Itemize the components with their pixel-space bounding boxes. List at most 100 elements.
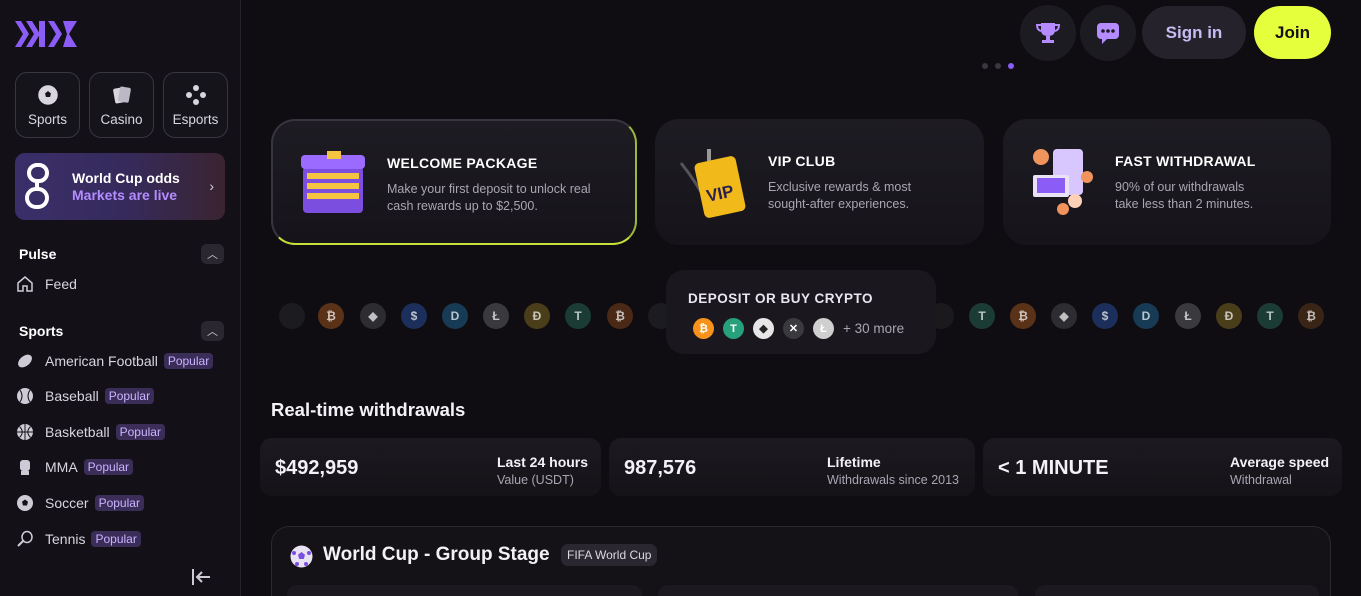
ethereum-icon: ◆	[360, 303, 386, 329]
stat-sub: Value (USDT)	[497, 473, 574, 487]
sidebar-item-label: Soccer	[45, 495, 89, 511]
trophy-chain-icon	[25, 163, 49, 209]
brand-logo-icon[interactable]	[15, 19, 77, 49]
stat-card-lifetime: 987,576 Lifetime Withdrawals since 2013	[609, 438, 975, 496]
basketball-icon	[17, 424, 33, 440]
american-football-icon	[18, 354, 32, 368]
promo-subtitle: Markets are live	[72, 187, 178, 203]
sidebar-item-soccer[interactable]: Soccer Popular	[16, 492, 144, 514]
feature-desc-line2: sought-after experiences.	[768, 197, 910, 211]
sidebar-item-baseball[interactable]: Baseball Popular	[16, 385, 155, 407]
sidebar-item-label: Tennis	[45, 531, 86, 547]
usdc-icon: $	[1092, 303, 1118, 329]
tether-icon: T	[969, 303, 995, 329]
soccer-ball-icon	[290, 545, 313, 568]
deposit-crypto-box[interactable]: DEPOSIT OR BUY CRYPTO ₿ T ◆ ✕ Ł + 30 mor…	[666, 270, 936, 354]
soccer-ball-icon	[37, 84, 58, 105]
pulse-collapse-toggle[interactable]: ︿	[201, 244, 224, 264]
sidebar-item-feed[interactable]: Feed	[16, 273, 77, 295]
stat-value: < 1 MINUTE	[998, 457, 1109, 479]
stat-value: 987,576	[624, 457, 697, 479]
tether-icon: T	[565, 303, 591, 329]
litecoin-icon: Ł	[483, 303, 509, 329]
sidebar-item-american-football[interactable]: American Football Popular	[16, 350, 214, 372]
baseball-icon	[17, 388, 33, 404]
dash-icon: D	[442, 303, 468, 329]
withdrawals-section-title: Real-time withdrawals	[271, 399, 466, 420]
bitcoin-icon: ₿	[693, 318, 714, 339]
stat-sub: Withdrawal	[1230, 473, 1292, 487]
litecoin-icon: Ł	[1175, 303, 1201, 329]
sidebar-item-label: MMA	[45, 459, 78, 475]
ethereum-icon: ◆	[753, 318, 774, 339]
collapse-sidebar-icon[interactable]	[191, 567, 213, 587]
bitcoin-icon: ₿	[1298, 303, 1324, 329]
sports-collapse-toggle[interactable]: ︿	[201, 321, 224, 341]
sports-tile-label: Sports	[27, 111, 68, 127]
feature-title: FAST WITHDRAWAL	[1115, 153, 1256, 169]
carousel-dot-active[interactable]	[1008, 63, 1014, 69]
sidebar: Sports Casino Esports World Cup odds Mar…	[0, 0, 241, 596]
competition-tag[interactable]: FIFA World Cup	[561, 544, 658, 566]
feature-desc-line1: Exclusive rewards & most	[768, 180, 912, 194]
world-cup-title: World Cup - Group Stage	[323, 544, 550, 565]
vip-club-card[interactable]: VIP VIP CLUB Exclusive rewards & most so…	[655, 119, 984, 245]
feature-desc-line1: 90% of our withdrawals	[1115, 180, 1245, 194]
popular-badge: Popular	[83, 459, 134, 475]
stat-label: Last 24 hours	[497, 454, 589, 470]
feature-desc-line2: cash rewards up to $2,500.	[387, 199, 538, 213]
world-cup-section: World Cup - Group Stage FIFA World Cup	[271, 526, 1331, 596]
bitcoin-icon: ₿	[1010, 303, 1036, 329]
soccer-ball-icon	[17, 495, 33, 511]
world-cup-promo[interactable]: World Cup odds Markets are live ›	[15, 153, 225, 220]
feature-title: VIP CLUB	[768, 153, 836, 169]
tether-icon: T	[1257, 303, 1283, 329]
stat-value: $492,959	[275, 457, 359, 479]
sidebar-item-basketball[interactable]: Basketball Popular	[16, 421, 165, 443]
popular-badge: Popular	[115, 424, 165, 440]
sidebar-item-label: Feed	[45, 276, 77, 292]
bitcoin-icon: ₿	[318, 303, 344, 329]
leaderboard-button[interactable]	[1020, 5, 1076, 61]
more-coins-label: + 30 more	[843, 321, 905, 336]
xrp-icon: ✕	[783, 318, 804, 339]
stat-card-24h: $492,959 Last 24 hours Value (USDT)	[260, 438, 601, 496]
chat-button[interactable]	[1080, 5, 1136, 61]
carousel-dot[interactable]	[982, 63, 988, 69]
feature-title: WELCOME PACKAGE	[387, 155, 538, 171]
tennis-racket-icon	[17, 530, 33, 547]
cards-icon	[112, 86, 131, 103]
laptop-coins-icon	[1033, 149, 1093, 215]
match-card[interactable]	[658, 585, 1018, 596]
popular-badge: Popular	[91, 531, 141, 547]
match-card[interactable]	[1035, 585, 1319, 596]
gamepad-icon	[185, 84, 206, 105]
sidebar-item-tennis[interactable]: Tennis Popular	[16, 528, 141, 550]
popular-badge: Popular	[163, 353, 214, 369]
dash-icon: D	[1133, 303, 1159, 329]
sports-section-title: Sports	[19, 323, 64, 339]
ethereum-icon: ◆	[1051, 303, 1077, 329]
carousel-dots	[982, 63, 1014, 69]
esports-tile[interactable]: Esports	[163, 72, 228, 138]
popular-badge: Popular	[94, 495, 144, 511]
crypto-title: DEPOSIT OR BUY CRYPTO	[688, 291, 874, 306]
treasure-chest-icon	[301, 151, 365, 213]
join-button[interactable]: Join	[1254, 6, 1331, 59]
casino-tile[interactable]: Casino	[89, 72, 154, 138]
sign-in-button[interactable]: Sign in	[1142, 6, 1246, 59]
coin-icon	[279, 303, 305, 329]
match-card[interactable]	[287, 585, 642, 596]
chat-icon	[1097, 23, 1119, 44]
tether-icon: T	[723, 318, 744, 339]
carousel-dot[interactable]	[995, 63, 1001, 69]
litecoin-icon: Ł	[813, 318, 834, 339]
sports-tile[interactable]: Sports	[15, 72, 80, 138]
casino-tile-label: Casino	[100, 111, 143, 127]
sidebar-item-mma[interactable]: MMA Popular	[16, 456, 134, 478]
dogecoin-icon: Ð	[1216, 303, 1242, 329]
vip-badge-icon: VIP	[679, 149, 746, 218]
fast-withdrawal-card[interactable]: FAST WITHDRAWAL 90% of our withdrawals t…	[1003, 119, 1331, 245]
promo-title: World Cup odds	[72, 170, 180, 186]
welcome-package-card[interactable]: WELCOME PACKAGE Make your first deposit …	[271, 119, 637, 245]
